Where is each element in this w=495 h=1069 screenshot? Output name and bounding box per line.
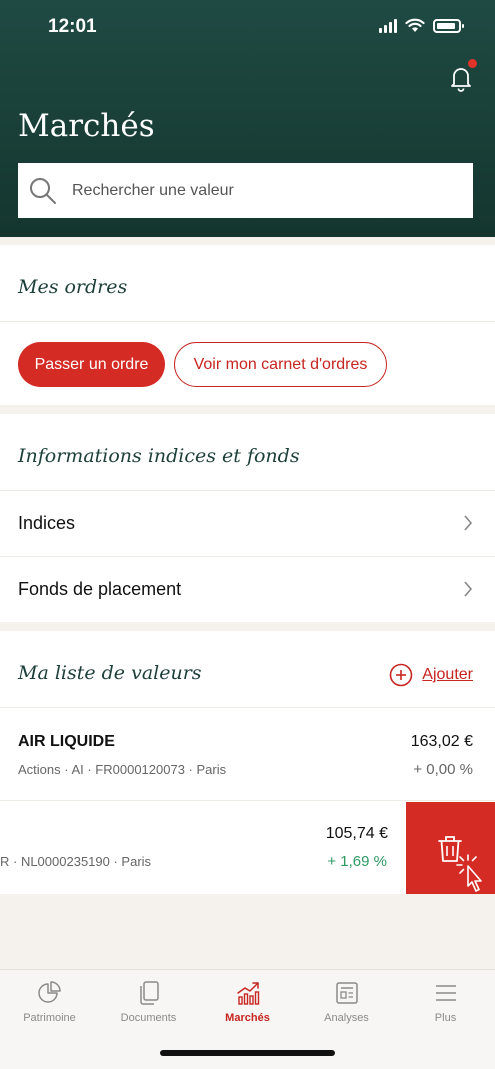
divider <box>0 321 495 322</box>
stock-price: 105,74 € <box>325 825 388 842</box>
tab-marches[interactable]: Marchés <box>198 980 297 1024</box>
chevron-right-icon <box>464 515 473 531</box>
stock-meta: R · NL0000235190 · Paris <box>0 854 152 869</box>
tab-label: Marchés <box>225 1012 270 1024</box>
funds-row[interactable]: Fonds de placement <box>0 557 495 622</box>
stock-meta: Actions · AI · FR0000120073 · Paris <box>18 762 227 777</box>
chevron-right-icon <box>464 581 473 597</box>
wifi-icon <box>405 18 425 32</box>
status-time: 12:01 <box>48 16 97 37</box>
home-indicator <box>160 1050 335 1056</box>
indices-row[interactable]: Indices <box>0 491 495 556</box>
orders-title: Mes ordres <box>18 276 128 298</box>
battery-icon <box>433 18 464 33</box>
search-bar[interactable] <box>18 163 473 218</box>
info-title: Informations indices et fonds <box>18 445 300 467</box>
tab-documents[interactable]: Documents <box>99 980 198 1024</box>
add-label: Ajouter <box>422 666 473 683</box>
page-title: Marchés <box>18 108 155 144</box>
place-order-button[interactable]: Passer un ordre <box>18 342 165 387</box>
tab-label: Patrimoine <box>23 1012 76 1024</box>
stock-row[interactable] <box>0 708 495 800</box>
tap-cursor-icon <box>456 854 482 892</box>
newspaper-icon <box>335 982 358 1004</box>
add-stock-button[interactable]: Ajouter <box>389 663 473 687</box>
tab-patrimoine[interactable]: Patrimoine <box>0 980 99 1024</box>
tab-label: Analyses <box>324 1012 369 1024</box>
view-orders-button[interactable]: Voir mon carnet d'ordres <box>174 342 387 387</box>
header: 12:01 Marchés <box>0 0 495 237</box>
stock-variation: + 0,00 % <box>413 761 473 778</box>
status-icons <box>379 18 464 33</box>
search-input[interactable] <box>72 181 432 200</box>
tab-label: Documents <box>120 1012 177 1024</box>
stock-variation: + 1,69 % <box>327 853 387 870</box>
cellular-signal-icon <box>379 18 397 33</box>
plus-circle-icon <box>389 663 413 687</box>
menu-icon <box>435 985 456 1001</box>
tab-label: Plus <box>434 1012 457 1024</box>
documents-icon <box>139 981 159 1005</box>
pie-chart-icon <box>37 981 61 1003</box>
market-chart-icon <box>236 982 259 1005</box>
stock-row[interactable] <box>0 801 406 894</box>
stock-price: 163,02 € <box>410 733 473 750</box>
delete-button[interactable] <box>406 802 495 894</box>
stock-name: AIR LIQUIDE <box>18 733 115 750</box>
funds-label: Fonds de placement <box>18 579 182 599</box>
watchlist-title: Ma liste de valeurs <box>18 662 202 684</box>
tab-plus[interactable]: Plus <box>396 980 495 1024</box>
notification-dot <box>468 59 477 68</box>
search-icon <box>30 177 56 204</box>
indices-label: Indices <box>18 513 76 533</box>
tab-analyses[interactable]: Analyses <box>297 980 396 1024</box>
